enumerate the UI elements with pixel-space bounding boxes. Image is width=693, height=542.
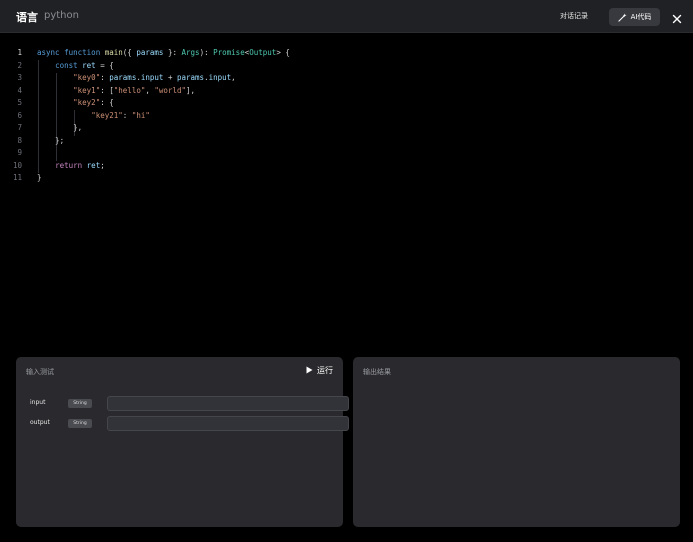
code-token: params [176,73,205,82]
run-button[interactable]: 运行 [306,365,333,376]
line-number: 2 [17,60,22,70]
code-token: ret [86,160,101,170]
code-text: "key21": "hi" [37,110,150,123]
code-line: 7 }, [0,122,693,135]
code-token: "hi" [131,110,150,120]
code-text: const ret = { [37,60,114,73]
line-number: 5 [17,98,22,107]
code-token: async function [37,48,105,57]
code-token: }; [37,135,65,145]
field-name: input [30,399,46,406]
code-token: ], [186,85,196,95]
code-line: 5 "key2": { [0,97,693,110]
input-test-title: 输入测试 [26,368,54,376]
input-test-panel: 输入测试 运行 input String output String [16,357,349,527]
code-line: 3 "key0": params.input + params.input, [0,72,693,85]
line-number: 7 [17,123,22,132]
field-name: output [30,419,50,426]
code-token: ): [199,48,214,57]
code-token: = { [95,60,114,70]
code-token: Output [249,48,277,57]
code-token: "world" [154,85,187,95]
code-editor[interactable]: 1 async function main({ params }: Args): … [0,33,693,351]
code-token: const [55,60,83,70]
code-text: "key0": params.input + params.input, [37,72,236,85]
code-token: params [109,73,137,82]
code-token: Args [181,48,200,57]
code-token: "hello" [113,85,146,95]
code-line: 2 const ret = { [0,60,693,73]
history-button[interactable]: 对话记录 [560,11,588,21]
line-number: 4 [17,85,22,95]
output-result-panel: 输出结果 [353,357,680,527]
code-line: 9 [0,147,693,160]
field-row-input: input String [30,396,349,412]
language-label: 语言 [16,11,38,24]
code-token: : { [100,98,114,107]
code-token: ; [100,160,105,170]
code-token: input [208,73,232,82]
code-token: , [231,73,236,82]
code-token: "key21" [91,110,123,120]
ai-code-button[interactable]: AI代码 [609,8,660,26]
code-text: } [37,172,42,185]
code-token: input [140,73,164,82]
code-token: } [37,173,42,182]
code-token: Promise [213,48,245,57]
code-line: 10 return ret; [0,160,693,173]
magic-wand-icon [617,12,627,22]
ai-code-label: AI代码 [630,13,652,21]
code-text: "key1": ["hello", "world"], [37,85,195,98]
code-line: 8 }; [0,135,693,148]
code-token: ret [82,60,96,70]
type-badge: String [68,399,92,408]
code-text: }, [37,122,82,135]
code-line: 11} [0,172,693,185]
code-token: : [122,110,132,120]
code-token: main [104,48,123,57]
code-token: "key0" [73,73,101,82]
code-text: return ret; [37,160,105,173]
run-label: 运行 [317,366,333,375]
code-text: }; [37,135,64,148]
code-token: : [100,73,110,82]
line-number: 10 [12,160,22,170]
code-text: async function main({ params }: Args): P… [37,47,290,60]
line-number: 1 [17,48,22,57]
code-token: return [55,160,87,170]
header-bar: 语言 python 对话记录 AI代码 [0,0,693,33]
code-line: 6 "key21": "hi" [0,110,693,123]
code-token: ({ [122,48,137,57]
field-row-output: output String [30,416,349,432]
input-field[interactable] [107,396,349,411]
code-token: > { [276,48,290,57]
play-icon [306,366,313,376]
code-token: "key1" [73,85,101,95]
code-token: }: [163,48,182,57]
line-number: 3 [17,73,22,82]
code-token: "key2" [73,98,101,107]
close-icon[interactable] [671,10,683,24]
line-number: 8 [17,135,22,145]
code-token: }, [37,123,83,132]
line-number: 9 [17,148,22,157]
language-value[interactable]: python [44,10,79,21]
code-line: 4 "key1": ["hello", "world"], [0,85,693,98]
output-field[interactable] [107,416,349,431]
code-token: + [163,73,177,82]
code-token: : [ [100,85,114,95]
code-line: 1 async function main({ params }: Args): … [0,47,693,60]
code-text: "key2": { [37,97,114,110]
output-result-title: 输出结果 [363,368,391,376]
line-number: 11 [12,173,22,182]
line-number: 6 [17,110,22,120]
type-badge: String [68,419,92,428]
code-token: params [136,48,164,57]
